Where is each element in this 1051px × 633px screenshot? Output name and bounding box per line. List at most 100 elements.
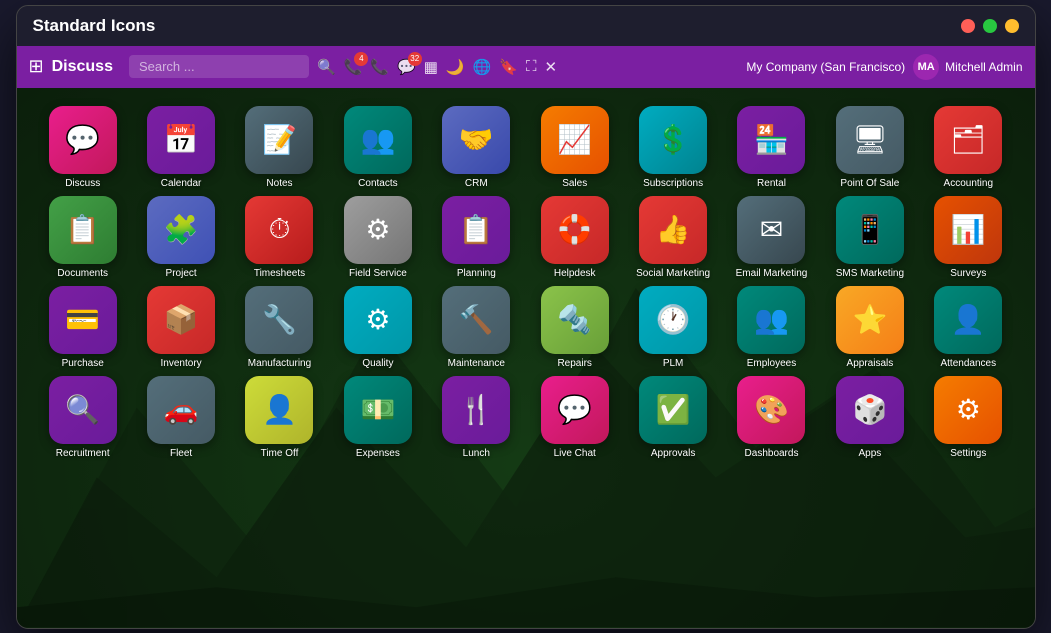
dashboards-label: Dashboards	[745, 448, 799, 460]
topbar: ⊞ Discuss 🔍 📞 4 📞 💬 32 ▦ 🌙 🌐 🔖 ⛶ ✕ My Co…	[17, 46, 1035, 88]
accounting-icon: 🗂	[934, 106, 1002, 174]
app-item-attendances[interactable]: 👤Attendances	[922, 286, 1014, 370]
inventory-label: Inventory	[161, 358, 202, 370]
purchase-icon: 💳	[49, 286, 117, 354]
subscriptions-icon: 💲	[639, 106, 707, 174]
app-item-project[interactable]: 🧩Project	[135, 196, 227, 280]
appraisals-icon: ⭐	[836, 286, 904, 354]
app-item-rental[interactable]: 🏪Rental	[725, 106, 817, 190]
call-icon[interactable]: 📞	[370, 58, 389, 76]
plm-label: PLM	[663, 358, 684, 370]
app-item-crm[interactable]: 🤝CRM	[430, 106, 522, 190]
app-item-planning[interactable]: 📋Planning	[430, 196, 522, 280]
app-item-subscriptions[interactable]: 💲 Subscriptions	[627, 106, 719, 190]
app-item-appraisals[interactable]: ⭐ Appraisals	[824, 286, 916, 370]
search-icon[interactable]: 🔍	[317, 58, 336, 76]
recruitment-icon: 🔍	[49, 376, 117, 444]
app-item-expenses[interactable]: 💵 Expenses	[332, 376, 424, 460]
company-name: My Company (San Francisco)	[746, 60, 905, 74]
subscriptions-label: Subscriptions	[643, 178, 703, 190]
app-item-lunch[interactable]: 🍴Lunch	[430, 376, 522, 460]
app-item-smsmarketing[interactable]: 📱SMS Marketing	[824, 196, 916, 280]
app-item-settings[interactable]: ⚙ Settings	[922, 376, 1014, 460]
minimize-button[interactable]	[1005, 19, 1019, 33]
approvals-icon: ✅	[639, 376, 707, 444]
app-item-timeoff[interactable]: 👤 Time Off	[233, 376, 325, 460]
discuss-label: Discuss	[65, 178, 100, 190]
app-item-surveys[interactable]: 📊Surveys	[922, 196, 1014, 280]
close-button[interactable]	[961, 19, 975, 33]
app-item-notes[interactable]: 📝Notes	[233, 106, 325, 190]
employees-icon: 👥	[737, 286, 805, 354]
main-window: Standard Icons ⊞ Discuss 🔍 📞 4 📞 💬 32 ▦ …	[16, 5, 1036, 629]
sales-label: Sales	[562, 178, 587, 190]
planning-icon: 📋	[442, 196, 510, 264]
app-item-fieldservice[interactable]: ⚙Field Service	[332, 196, 424, 280]
app-item-timesheets[interactable]: ⏱ Timesheets	[233, 196, 325, 280]
settings-label: Settings	[950, 448, 986, 460]
app-item-repairs[interactable]: 🔩Repairs	[529, 286, 621, 370]
app-item-inventory[interactable]: 📦Inventory	[135, 286, 227, 370]
app-item-employees[interactable]: 👥 Employees	[725, 286, 817, 370]
topbar-icons: 🔍 📞 4 📞 💬 32 ▦ 🌙 🌐 🔖 ⛶ ✕ My Company (San…	[317, 54, 1023, 80]
timesheets-label: Timesheets	[254, 268, 305, 280]
app-item-dashboards[interactable]: 🎨 Dashboards	[725, 376, 817, 460]
timesheets-icon: ⏱	[245, 196, 313, 264]
app-item-plm[interactable]: 🕐PLM	[627, 286, 719, 370]
moon-icon[interactable]: 🌙	[446, 58, 465, 76]
approvals-label: Approvals	[651, 448, 695, 460]
emailmarketing-icon: ✉	[737, 196, 805, 264]
employees-label: Employees	[747, 358, 796, 370]
project-label: Project	[166, 268, 197, 280]
chat-icon[interactable]: 💬 32	[397, 58, 416, 76]
timeoff-icon: 👤	[245, 376, 313, 444]
window-title: Standard Icons	[33, 16, 156, 36]
app-item-socialmarketing[interactable]: 👍Social Marketing	[627, 196, 719, 280]
app-item-calendar[interactable]: 📅Calendar	[135, 106, 227, 190]
app-item-documents[interactable]: 📋Documents	[37, 196, 129, 280]
timeoff-label: Time Off	[261, 448, 299, 460]
app-item-purchase[interactable]: 💳Purchase	[37, 286, 129, 370]
smsmarketing-icon: 📱	[836, 196, 904, 264]
app-item-helpdesk[interactable]: 🛟Helpdesk	[529, 196, 621, 280]
surveys-icon: 📊	[934, 196, 1002, 264]
discuss-icon: 💬	[49, 106, 117, 174]
apps-icon: 🎲	[836, 376, 904, 444]
bookmark-icon[interactable]: 🔖	[499, 58, 518, 76]
app-item-pos[interactable]: 🖥Point Of Sale	[824, 106, 916, 190]
dashboards-icon: 🎨	[737, 376, 805, 444]
quality-label: Quality	[362, 358, 393, 370]
app-item-fleet[interactable]: 🚗Fleet	[135, 376, 227, 460]
app-item-discuss[interactable]: 💬 Discuss	[37, 106, 129, 190]
attendances-label: Attendances	[940, 358, 996, 370]
app-item-recruitment[interactable]: 🔍Recruitment	[37, 376, 129, 460]
quality-icon: ⚙	[344, 286, 412, 354]
globe-icon[interactable]: 🌐	[473, 58, 492, 76]
app-item-apps[interactable]: 🎲Apps	[824, 376, 916, 460]
app-item-maintenance[interactable]: 🔨Maintenance	[430, 286, 522, 370]
appraisals-label: Appraisals	[847, 358, 894, 370]
grid-icon[interactable]: ▦	[424, 58, 438, 76]
app-item-accounting[interactable]: 🗂Accounting	[922, 106, 1014, 190]
app-item-emailmarketing[interactable]: ✉Email Marketing	[725, 196, 817, 280]
app-item-contacts[interactable]: 👥Contacts	[332, 106, 424, 190]
app-item-manufacturing[interactable]: 🔧Manufacturing	[233, 286, 325, 370]
settings-icon: ⚙	[934, 376, 1002, 444]
calendar-icon: 📅	[147, 106, 215, 174]
search-input[interactable]	[129, 55, 309, 78]
maximize-button[interactable]	[983, 19, 997, 33]
main-content: 💬 Discuss 📅Calendar📝Notes👥Contacts🤝CRM📈Sal…	[17, 88, 1035, 628]
apps-grid: 💬 Discuss 📅Calendar📝Notes👥Contacts🤝CRM📈Sal…	[17, 88, 1035, 478]
app-item-quality[interactable]: ⚙ Quality	[332, 286, 424, 370]
grid-menu-icon[interactable]: ⊞	[29, 56, 44, 77]
close-icon[interactable]: ✕	[544, 58, 557, 76]
expenses-icon: 💵	[344, 376, 412, 444]
expand-icon[interactable]: ⛶	[526, 58, 537, 75]
helpdesk-icon: 🛟	[541, 196, 609, 264]
lunch-icon: 🍴	[442, 376, 510, 444]
app-item-approvals[interactable]: ✅ Approvals	[627, 376, 719, 460]
app-item-sales[interactable]: 📈Sales	[529, 106, 621, 190]
phone-icon[interactable]: 📞 4	[344, 58, 363, 76]
app-item-livechat[interactable]: 💬Live Chat	[529, 376, 621, 460]
expenses-label: Expenses	[356, 448, 400, 460]
